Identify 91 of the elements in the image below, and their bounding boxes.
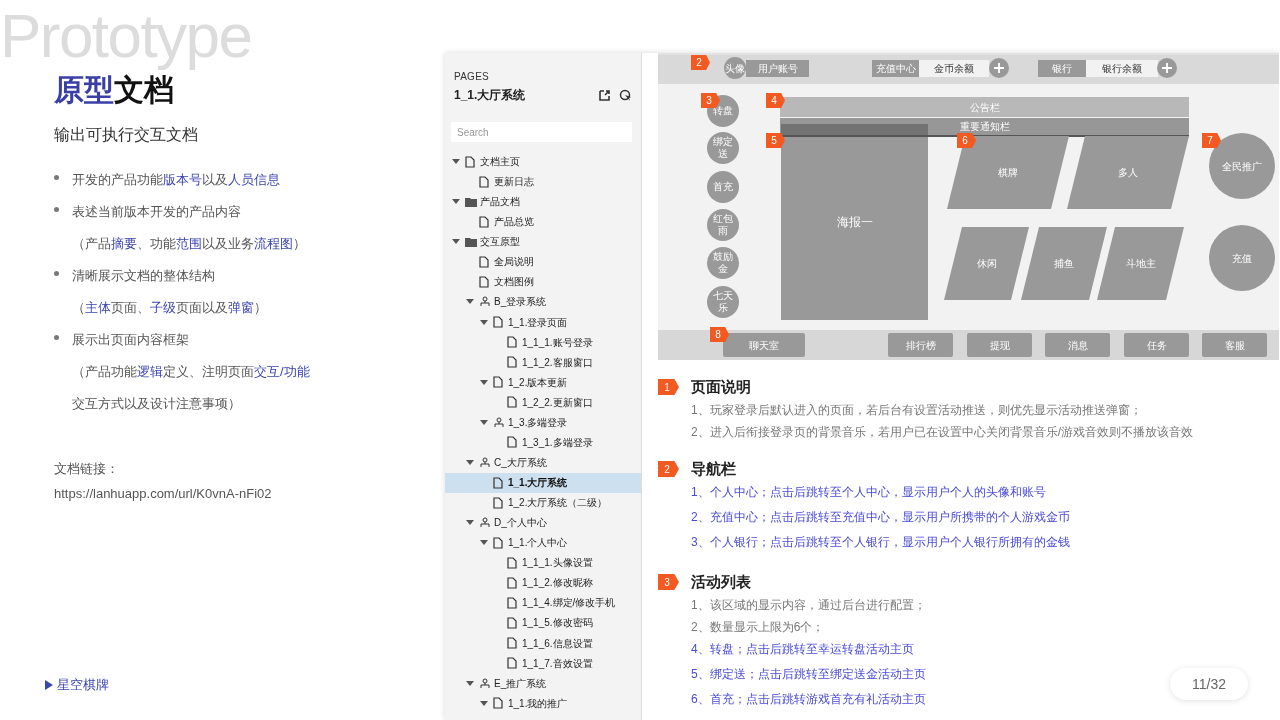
note-line: 2、进入后衔接登录页的背景音乐，若用户已在设置中心关闭背景音乐/游戏音效则不播放该音效 bbox=[691, 424, 1193, 441]
note-line: 6、首充；点击后跳转游戏首充有礼活动主页 bbox=[691, 691, 926, 708]
subtitle: 输出可执行交互文档 bbox=[54, 125, 199, 145]
caret-icon[interactable] bbox=[480, 419, 488, 425]
number-marker: 2 bbox=[658, 461, 679, 477]
notice-bar: 公告栏 bbox=[780, 97, 1189, 117]
link-label: 文档链接： bbox=[54, 460, 120, 478]
note-line: 3、个人银行；点击后跳转至个人银行，显示用户个人银行所拥有的金钱 bbox=[691, 534, 1070, 551]
caret-icon[interactable] bbox=[452, 159, 460, 165]
caret-icon[interactable] bbox=[452, 199, 460, 205]
tree-item[interactable]: B_登录系统 bbox=[445, 291, 641, 312]
folder-icon bbox=[465, 236, 479, 247]
bullet-text: 开发的产品功能版本号以及人员信息 bbox=[72, 171, 280, 190]
document-link[interactable]: https://lanhuapp.com/url/K0vnA-nFi02 bbox=[54, 484, 445, 504]
search-field[interactable]: Search bbox=[451, 122, 632, 142]
tree-item[interactable]: 1_1_1.账号登录 bbox=[445, 332, 641, 353]
tree-item[interactable]: 1_1.个人中心 bbox=[445, 532, 641, 553]
flowchart-icon bbox=[479, 296, 493, 308]
caret-icon[interactable] bbox=[466, 680, 474, 686]
flowchart-icon bbox=[479, 456, 493, 468]
tree-item[interactable]: 文档主页 bbox=[445, 151, 641, 172]
bank-balance-field: 银行余额 bbox=[1086, 60, 1158, 77]
coin-balance-field: 金币余额 bbox=[919, 60, 989, 77]
tree-item[interactable]: 1_1.我的推广 bbox=[445, 693, 641, 714]
caret-icon[interactable] bbox=[480, 540, 488, 546]
tree-item[interactable]: 1_1_1.头像设置 bbox=[445, 552, 641, 573]
number-marker: 7 bbox=[1202, 133, 1221, 148]
tree-item[interactable]: 产品总览 bbox=[445, 211, 641, 232]
flowchart-icon bbox=[479, 677, 493, 689]
tree-item[interactable]: 1_1_5.修改密码 bbox=[445, 612, 641, 633]
tree-item[interactable]: 1_1_2.修改昵称 bbox=[445, 572, 641, 593]
tree-item[interactable]: 1_1_6.信息设置 bbox=[445, 633, 641, 654]
flowchart-icon bbox=[493, 416, 507, 428]
tree-item[interactable]: 文档图例 bbox=[445, 271, 641, 292]
caret-icon[interactable] bbox=[480, 319, 488, 325]
tree-item[interactable]: 1_3.多端登录 bbox=[445, 412, 641, 433]
tree-item[interactable]: 1_3_1.多端登录 bbox=[445, 432, 641, 453]
bullet-text: 交互方式以及设计注意事项） bbox=[72, 395, 241, 414]
bullet-text: 展示出页面内容框架 bbox=[72, 331, 189, 350]
sidebar-heading: PAGES bbox=[453, 70, 490, 84]
play-icon bbox=[45, 679, 53, 690]
section-heading: 活动列表 bbox=[691, 571, 751, 592]
tree-item[interactable]: 1_2.大厅系统（二级） bbox=[445, 492, 641, 513]
tree-item[interactable]: 1_1_2.客服窗口 bbox=[445, 352, 641, 373]
export-icon[interactable] bbox=[598, 88, 611, 102]
tree-item[interactable]: 交互原型 bbox=[445, 231, 641, 252]
section-heading: 页面说明 bbox=[691, 376, 751, 397]
important-notice-bar: 重要通知栏 bbox=[780, 118, 1189, 137]
caret-icon[interactable] bbox=[466, 520, 474, 526]
note-line: 4、转盘；点击后跳转至幸运转盘活动主页 bbox=[691, 641, 914, 658]
caret-icon[interactable] bbox=[466, 299, 474, 305]
bullet-text: （主体页面、子级页面以及弹窗） bbox=[72, 299, 267, 318]
bullet-text: 清晰展示文档的整体结构 bbox=[72, 267, 215, 286]
caret-icon[interactable] bbox=[452, 239, 460, 245]
bullet-text: （产品摘要、功能范围以及业务流程图） bbox=[72, 235, 306, 254]
slide-title: 原型文档 bbox=[54, 72, 175, 108]
tree-item[interactable]: 1_1_4.绑定/修改手机 bbox=[445, 592, 641, 613]
note-line: 1、该区域的显示内容，通过后台进行配置； bbox=[691, 597, 926, 614]
tree-item[interactable]: D_个人中心 bbox=[445, 512, 641, 533]
number-marker: 8 bbox=[710, 327, 729, 342]
page-counter: 11/32 bbox=[1170, 668, 1248, 700]
number-marker: 6 bbox=[957, 133, 976, 148]
caret-icon[interactable] bbox=[466, 459, 474, 465]
flowchart-icon bbox=[479, 517, 493, 529]
note-line: 1、玩家登录后默认进入的页面，若后台有设置活动推送，则优先显示活动推送弹窗； bbox=[691, 402, 1142, 419]
number-marker: 1 bbox=[658, 379, 679, 395]
note-line: 1、个人中心；点击后跳转至个人中心，显示用户个人的头像和账号 bbox=[691, 484, 1046, 501]
tree-item[interactable]: E_推广系统 bbox=[445, 673, 641, 694]
tree-item[interactable]: 1_1.大厅系统 bbox=[445, 472, 641, 493]
note-line: 5、绑定送；点击后跳转至绑定送金活动主页 bbox=[691, 666, 926, 683]
note-line: 2、充值中心；点击后跳转至充值中心，显示用户所携带的个人游戏金币 bbox=[691, 509, 1070, 526]
folder-icon bbox=[465, 196, 479, 207]
tree-item[interactable]: 1_1.登录页面 bbox=[445, 312, 641, 333]
tree-item[interactable]: 1_1_7.音效设置 bbox=[445, 653, 641, 674]
number-marker: 3 bbox=[658, 574, 679, 590]
number-marker: 4 bbox=[766, 93, 785, 108]
page-title: 1_1.大厅系统 bbox=[454, 87, 527, 104]
number-marker: 3 bbox=[701, 93, 720, 108]
tree-item[interactable]: 1_2.版本更新 bbox=[445, 372, 641, 393]
note-line: 2、数量显示上限为6个； bbox=[691, 619, 825, 636]
tree-item[interactable]: 全局说明 bbox=[445, 251, 641, 272]
tree-item[interactable]: C_大厅系统 bbox=[445, 452, 641, 473]
bullet-text: （产品功能逻辑定义、注明页面交互/功能 bbox=[72, 363, 310, 382]
bullet-text: 表述当前版本开发的产品内容 bbox=[72, 203, 241, 222]
caret-icon[interactable] bbox=[480, 379, 488, 385]
tree-item[interactable]: 更新日志 bbox=[445, 171, 641, 192]
tree-item[interactable]: 产品文档 bbox=[445, 191, 641, 212]
footer-title: 星空棋牌 bbox=[57, 676, 109, 694]
tree-item[interactable]: 1_2_2.更新窗口 bbox=[445, 392, 641, 413]
section-heading: 导航栏 bbox=[691, 458, 736, 479]
caret-icon[interactable] bbox=[480, 700, 488, 706]
